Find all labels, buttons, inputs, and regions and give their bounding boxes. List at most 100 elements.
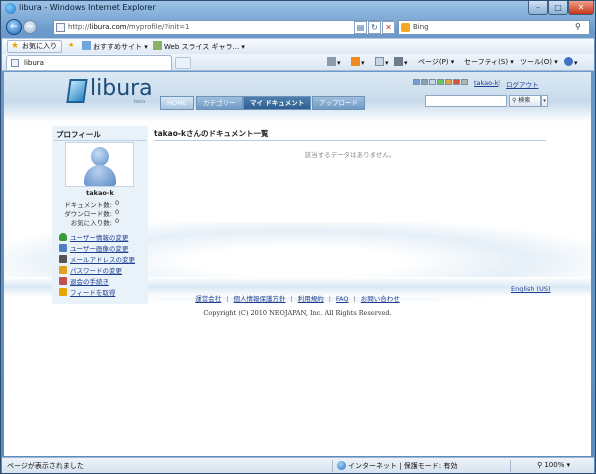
profile-sidebar: プロフィール takao-k ドキュメント数: 0 ダウンロード数: 0 お気に… [52,126,148,304]
site-search-button[interactable]: ⚲ 検索 [509,95,541,107]
window-title: libura - Windows Internet Explorer [19,3,156,12]
footer-link-contact[interactable]: お問い合わせ [361,295,400,303]
profile-title: プロフィール [56,130,101,139]
help-icon [564,57,573,66]
status-divider [332,460,333,472]
footer-link-terms[interactable]: 利用規約 [298,295,324,303]
add-favorite-icon[interactable]: ★ [68,41,74,49]
page-icon [11,59,19,67]
favorites-item-suggested[interactable]: おすすめサイト ▾ [82,41,148,52]
zoom-control[interactable]: ⚲ 100% ▾ [537,461,570,469]
mail-icon [59,255,67,263]
star-icon: ★ [11,41,20,51]
status-bar: ページが表示されました インターネット | 保護モード: 有効 ⚲ 100% ▾ [2,457,594,473]
site-logo[interactable]: libura [90,76,153,101]
print-icon[interactable]: ▾ [394,57,408,67]
tab-row: libura ▾ ▾ ▾ ▾ ページ(P) ▾ セーフティ(S) ▾ ツール(O… [2,54,594,71]
page-icon [56,23,65,32]
web-slice-icon [153,41,162,50]
stat-downloads-value: 0 [115,208,120,216]
page-viewport: libura beta HOME カテゴリー マイ ドキュメント アップロード … [4,72,591,456]
footer-separator: | [226,295,229,303]
color-swatch[interactable] [421,79,428,85]
security-zone[interactable]: インターネット | 保護モード: 有効 [337,461,457,471]
change-user-image-link[interactable]: ユーザー画像の変更 [70,243,128,253]
color-swatch[interactable] [461,79,468,85]
withdraw-link[interactable]: 退会の手続き [70,276,109,286]
page-title: takao-kさんのドキュメント一覧 [154,129,269,138]
status-text: ページが表示されました [7,462,84,470]
user-link[interactable]: takao-k [474,79,498,87]
stat-favorites-value: 0 [115,217,120,225]
globe-icon [337,461,346,470]
address-bar[interactable]: http://libura.com/myprofile/?init=1 ▾ [53,20,393,35]
page-menu[interactable]: ページ(P) ▾ [418,57,454,67]
footer-separator: | [328,295,331,303]
footer-link-privacy[interactable]: 個人情報保護方針 [234,295,286,303]
divider [154,140,546,141]
help-menu[interactable]: ▾ [564,57,578,67]
search-engine-label: Bing [413,23,429,31]
stop-button[interactable]: ✕ [382,21,395,34]
logout-link[interactable]: ログアウト [506,79,539,89]
bing-icon [401,23,410,32]
close-button[interactable]: ✕ [568,1,594,15]
site-search-dropdown[interactable]: ▾ [541,95,548,107]
footer-separator: | [353,295,356,303]
libura-logo-icon[interactable] [66,79,88,103]
compatibility-view-button[interactable]: ▤ [354,21,367,34]
change-email-link[interactable]: メールアドレスの変更 [70,254,135,264]
stat-documents-value: 0 [115,199,120,207]
favorites-button[interactable]: ★ お気に入り [7,40,62,53]
tab-category[interactable]: カテゴリー [196,96,243,110]
favorites-item-webslice[interactable]: Web スライス ギャラ... ▾ [153,41,245,52]
footer-link-company[interactable]: 運営会社 [195,295,221,303]
avatar-body [84,165,116,186]
safety-menu[interactable]: セーフティ(S) ▾ [464,57,514,67]
change-user-info-link[interactable]: ユーザー情報の変更 [70,232,128,242]
new-tab-button[interactable] [175,57,191,69]
tab-home[interactable]: HOME [160,96,194,110]
tools-menu[interactable]: ツール(O) ▾ [520,57,558,67]
feeds-icon[interactable]: ▾ [351,57,365,67]
language-link[interactable]: English (US) [511,285,551,293]
user-icon [59,233,67,241]
change-password-link[interactable]: パスワードの変更 [70,265,122,275]
tab-label: libura [24,59,44,67]
tab-my-documents[interactable]: マイ ドキュメント [243,96,312,110]
maximize-button[interactable]: □ [548,1,568,15]
home-icon[interactable]: ▾ [327,57,341,67]
tab-libura[interactable]: libura [6,55,172,70]
ie-logo-icon [5,3,16,14]
address-url: http://libura.com/myprofile/?init=1 [68,23,190,31]
color-swatch[interactable] [429,79,436,85]
footer-link-faq[interactable]: FAQ [336,295,349,303]
divider [54,140,146,141]
back-button[interactable]: ← [6,19,22,35]
avatar-head [91,147,109,166]
beta-label: beta [134,99,146,105]
suggested-sites-icon [82,41,91,50]
image-icon [59,244,67,252]
refresh-button[interactable]: ↻ [368,21,381,34]
title-bar: libura - Windows Internet Explorer – □ ✕ [1,1,595,17]
minimize-button[interactable]: – [528,1,548,15]
avatar [65,142,134,187]
footer-links: 運営会社 | 個人情報保護方針 | 利用規約 | FAQ | お問い合わせ [4,293,591,303]
favorites-label: お気に入り [22,42,57,50]
favorites-bar: ★ お気に入り ★ おすすめサイト ▾ Web スライス ギャラ... ▾ [2,38,594,54]
profile-username: takao-k [86,189,114,197]
color-swatch[interactable] [453,79,460,85]
stat-favorites-label: お気に入り数: [70,219,112,227]
color-swatch[interactable] [437,79,444,85]
tab-upload[interactable]: アップロード [312,96,365,110]
key-icon [59,266,67,274]
search-box[interactable]: Bing ⚲ [398,20,590,35]
mail-icon[interactable]: ▾ [375,57,389,67]
site-header: libura beta HOME カテゴリー マイ ドキュメント アップロード … [4,72,591,122]
site-search-input[interactable] [425,95,507,107]
color-swatch[interactable] [445,79,452,85]
forward-button[interactable]: → [23,20,37,34]
color-swatch[interactable] [413,79,420,85]
search-icon[interactable]: ⚲ [575,22,581,31]
